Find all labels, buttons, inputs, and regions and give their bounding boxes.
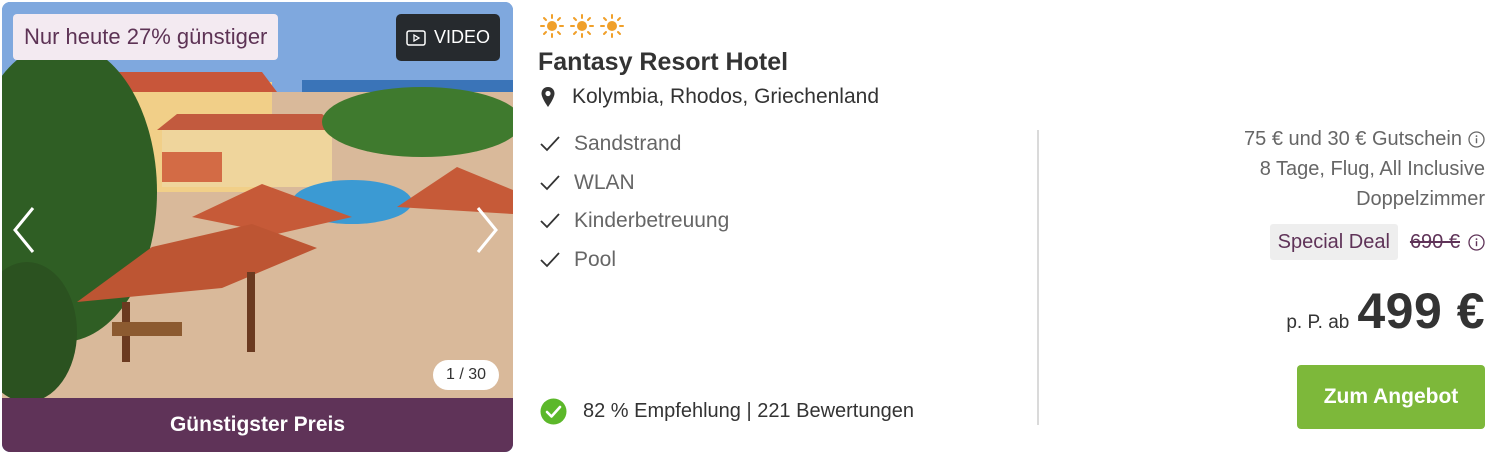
feature-item: Sandstrand: [540, 125, 729, 164]
special-deal-badge: Special Deal: [1269, 224, 1398, 260]
voucher-line: 75 € und 30 € Gutschein: [1065, 124, 1485, 154]
deal-row: Special Deal 690 €: [1065, 224, 1485, 260]
check-icon: [540, 175, 560, 191]
check-icon: [540, 213, 560, 229]
next-image-button[interactable]: [469, 200, 505, 260]
feature-item: Kinderbetreuung: [540, 202, 729, 241]
check-icon: [540, 252, 560, 268]
recommendation-rating[interactable]: 82 % Empfehlung | 221 Bewertungen: [540, 398, 914, 425]
hotel-photo[interactable]: [2, 2, 513, 398]
map-pin-icon: [541, 87, 555, 107]
discount-badge: Nur heute 27% günstiger: [13, 14, 279, 60]
feature-list: Sandstrand WLAN Kinderbetreuung Pool: [540, 125, 729, 279]
hotel-name[interactable]: Fantasy Resort Hotel: [538, 48, 788, 77]
price-prefix: p. P. ab: [1286, 312, 1350, 333]
feature-label: Pool: [574, 247, 617, 271]
chevron-right-icon: [476, 207, 498, 253]
sun-icon: [570, 14, 594, 38]
sun-icon: [600, 14, 624, 38]
feature-item: Pool: [540, 241, 729, 280]
star-rating: [540, 14, 624, 38]
sun-icon: [540, 14, 564, 38]
room-type: Doppelzimmer: [1356, 188, 1485, 210]
video-button[interactable]: VIDEO: [396, 14, 500, 61]
check-circle-icon: [540, 398, 567, 425]
check-icon: [540, 136, 560, 152]
feature-label: WLAN: [574, 170, 635, 194]
price-value: 499 €: [1357, 283, 1485, 339]
feature-item: WLAN: [540, 164, 729, 203]
video-label: VIDEO: [433, 27, 490, 47]
trip-details: 8 Tage, Flug, All Inclusive: [1259, 158, 1485, 180]
hotel-image-gallery[interactable]: Nur heute 27% günstiger VIDEO 1 / 30 Gün…: [2, 2, 513, 452]
voucher-text: 75 € und 30 € Gutschein: [1244, 128, 1462, 150]
hotel-location: Kolymbia, Rhodos, Griechenland: [540, 85, 879, 109]
info-icon[interactable]: [1468, 130, 1485, 148]
play-video-icon: [406, 29, 426, 46]
image-counter: 1 / 30: [433, 360, 499, 390]
previous-image-button[interactable]: [6, 200, 42, 260]
to-offer-button[interactable]: Zum Angebot: [1297, 365, 1485, 429]
feature-label: Kinderbetreuung: [574, 209, 730, 233]
price-row: p. P. ab 499 €: [1065, 282, 1485, 340]
info-icon[interactable]: [1468, 233, 1485, 251]
location-text: Kolymbia, Rhodos, Griechenland: [572, 85, 880, 108]
rating-text: 82 % Empfehlung | 221 Bewertungen: [583, 400, 914, 422]
offer-summary: 75 € und 30 € Gutschein 8 Tage, Flug, Al…: [1065, 124, 1485, 340]
cheapest-price-label: Günstigster Preis: [2, 398, 513, 452]
column-divider: [1037, 130, 1039, 425]
old-price: 690 €: [1409, 230, 1460, 253]
feature-label: Sandstrand: [574, 132, 682, 156]
chevron-left-icon: [13, 207, 35, 253]
